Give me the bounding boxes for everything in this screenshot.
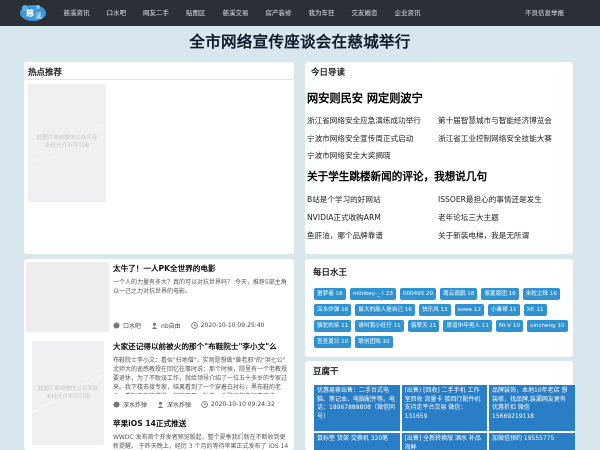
user-icon	[157, 401, 164, 408]
nav-item[interactable]: 口水吧	[98, 0, 135, 26]
image-placeholder-text: 此图片来自微信公众平台	[36, 135, 98, 141]
section-icon	[113, 322, 120, 329]
water-king-panel: 每日水王 噩梦者 16 m0nkey-_-! 23 000495 20 周云孤鹤…	[305, 259, 573, 357]
user-icon	[151, 322, 158, 329]
user-tag[interactable]: 查查夏日 10	[314, 336, 352, 348]
user-tag[interactable]: 厚道中年男人 11	[443, 320, 492, 332]
guide-link[interactable]: ISSOER最担心的事情还是发生	[438, 194, 542, 205]
guide-link[interactable]: 宁波市网络安全宣传周正式启动	[307, 133, 413, 144]
nav-item[interactable]: 我为车狂	[300, 0, 343, 26]
image-placeholder-text: 未经允许不可引用	[44, 143, 89, 149]
article-title[interactable]: 大家还记得以前被火的那个"布鞋院士"李小文"么	[113, 341, 277, 352]
guide-link[interactable]: 浙江省工业控制网络安全技能大赛	[438, 133, 552, 144]
guide-panel-title: 今日导读	[311, 68, 346, 78]
user-tag[interactable]: 噩梦者 16	[314, 288, 346, 300]
top-navbar: 慈 溪 慈溪资讯 口水吧 网友二手 贴图区 慈溪交易 房产装修 我为车狂 交友婚…	[0, 0, 600, 26]
main-nav: 慈溪资讯 口水吧 网友二手 贴图区 慈溪交易 房产装修 我为车狂 交友婚恋 企业…	[55, 0, 429, 26]
guide-link[interactable]: 关于新装电梯，我是无所谓	[438, 230, 529, 241]
section-icon	[113, 401, 120, 408]
nav-item[interactable]: 网友二手	[135, 0, 178, 26]
ad-block[interactable]: 加微信预约 19555775	[489, 433, 575, 450]
ad-block[interactable]: 鼠标垫 货架 交换机 320笔	[314, 433, 400, 450]
page-headline[interactable]: 全市网络宣传座谈会在慈城举行	[0, 30, 600, 52]
clock-icon	[190, 322, 198, 329]
article-meta: 深水炸弹 深水炸弹 2020-10-10 09:24:32	[113, 400, 275, 409]
user-tag[interactable]: 联创团购 10	[355, 336, 393, 348]
guide-headline[interactable]: 关于学生跳楼新闻的评论，我想说几句	[307, 169, 487, 184]
article-title[interactable]: 苹果iOS 14正式推送	[113, 418, 186, 429]
guide-link[interactable]: 宁波市网络安全大奖揭晓	[307, 150, 391, 161]
guide-headline[interactable]: 网安则民安 网定则波宁	[307, 90, 423, 106]
user-tag[interactable]: 深水炸弹 16	[314, 304, 352, 316]
article-section[interactable]: 深水炸弹	[123, 400, 147, 409]
user-tag[interactable]: 骆驼的亲 11	[314, 320, 352, 332]
article-author[interactable]: 深水炸弹	[167, 400, 191, 409]
article-meta: 口水吧 nb自由 2020-10-10 09:25:40	[113, 321, 264, 330]
image-placeholder-text: 未经允许不可引用	[45, 394, 90, 400]
nav-item[interactable]: 交友婚恋	[343, 0, 386, 26]
user-tag[interactable]: 快乐风 13	[418, 304, 451, 316]
nav-item[interactable]: 慈溪资讯	[55, 0, 98, 26]
guide-link[interactable]: 鱼肝油，哪个品牌靠谱	[307, 230, 383, 241]
guide-link[interactable]: B站是个学习的好网站	[307, 194, 381, 205]
guide-link[interactable]: 浙江省网络安全应急演练成功举行	[307, 115, 421, 126]
article-title[interactable]: 太牛了！一人PK全世界的电影	[113, 263, 216, 274]
hot-panel-header	[24, 62, 294, 80]
tofu-title: 豆腐干	[313, 367, 339, 377]
user-tag[interactable]: xincheng 10	[527, 320, 568, 332]
user-tag[interactable]: 周云孤鹤 18	[440, 288, 478, 300]
user-tag[interactable]: 米粒之珠 16	[522, 288, 560, 300]
ad-block[interactable]: [出售] 全新转换版 酒水 补品 海鲜	[401, 433, 487, 450]
svg-text:溪: 溪	[35, 11, 42, 20]
article-summary: 一个人的力量有多大？真的可以对抗世界吗？ 今天，推荐5部主角以一己之力对抗世界的…	[113, 279, 287, 295]
user-tag[interactable]: XP. 11	[523, 304, 547, 316]
user-tag[interactable]: 紫夏版团 16	[481, 288, 519, 300]
article-thumbnail[interactable]: 此图片来自微信公众平台 未经允许不可引用	[32, 341, 104, 445]
user-tag[interactable]: 最大的敌人是自己 16	[355, 304, 415, 316]
guide-link[interactable]: NVIDIA正式收购ARM	[307, 212, 381, 223]
hot-panel-title: 热点推荐	[28, 68, 63, 78]
guide-link[interactable]: 老年论坛三大主题	[438, 212, 499, 223]
nav-item[interactable]: 慈溪交易	[214, 0, 257, 26]
user-tag[interactable]: sowe 12	[454, 304, 484, 316]
user-tag[interactable]: Mr.V 10	[495, 320, 524, 332]
article-section[interactable]: 口水吧	[123, 321, 141, 330]
hot-panel: 热点推荐 此图片来自微信公众平台 未经允许不可引用	[24, 62, 294, 254]
article-thumbnail[interactable]	[26, 262, 109, 332]
article-summary: WWDC 发布首个开发者预览版起，整个夏季我们就在不断收到更新提醒。 于昨天晚上…	[113, 434, 289, 450]
clock-icon	[201, 401, 208, 408]
report-link[interactable]: 不良信息举报	[525, 0, 564, 26]
tofu-ad-grid: 优惠易索出售：二手台式电脑、笔记本、电脑配件等。电话：18967888808（微…	[314, 385, 575, 450]
article-time: 2020-10-10 09:24:32	[211, 401, 275, 408]
user-tag[interactable]: 小秦哥 11	[487, 304, 520, 316]
user-tag[interactable]: 000495 20	[399, 288, 437, 300]
image-placeholder-text: 此图片来自微信公众平台	[37, 386, 99, 392]
water-king-title: 每日水王	[313, 268, 348, 278]
nav-item[interactable]: 企业资讯	[386, 0, 429, 26]
article-time: 2020-10-10 09:25:40	[200, 322, 265, 329]
nav-item[interactable]: 房产装修	[257, 0, 300, 26]
user-tag[interactable]: m0nkey-_-! 23	[349, 288, 396, 300]
guide-panel: 今日导读 网安则民安 网定则波宁 浙江省网络安全应急演练成功举行 第十届智慧城市…	[305, 62, 573, 254]
water-king-tags: 噩梦者 16 m0nkey-_-! 23 000495 20 周云孤鹤 18 紫…	[314, 288, 576, 348]
user-tag[interactable]: 翡翠天 11	[407, 320, 440, 332]
guide-link[interactable]: 第十届智慧城市与智能经济博览会	[438, 115, 552, 126]
ad-block[interactable]: 优惠易索出售：二手台式电脑、笔记本、电脑配件等。电话：18967888808（微…	[314, 385, 400, 431]
nav-item[interactable]: 贴图区	[178, 0, 215, 26]
article-author[interactable]: nb自由	[161, 321, 181, 330]
tofu-ad-panel: 豆腐干 优惠易索出售：二手台式电脑、笔记本、电脑配件等。电话：189678888…	[305, 361, 575, 450]
hot-thumbnail[interactable]: 此图片来自微信公众平台 未经允许不可引用	[28, 84, 106, 202]
site-logo-icon[interactable]: 慈 溪	[18, 2, 50, 24]
article-list: 太牛了！一人PK全世界的电影 一个人的力量有多大？真的可以对抗世界吗？ 今天，推…	[24, 259, 294, 450]
ad-block[interactable]: 品牌装饰，本地10年老店 想装修，找品牌,装漏网友更有优惠折扣 微信156692…	[489, 385, 575, 431]
user-tag[interactable]: 请叫我小旺仔 11	[355, 320, 404, 332]
svg-text:慈: 慈	[26, 8, 34, 18]
ad-block[interactable]: (出售) [回收] 二手手机 工作室回收 流量卡 接回行配件机 支持走平台交易 …	[401, 385, 487, 431]
article-summary: 布鞋院士李小文：看似"扫地僧"，实则是想做"黄老邪"的"洪七公" 北师大的遥感教…	[113, 357, 288, 394]
